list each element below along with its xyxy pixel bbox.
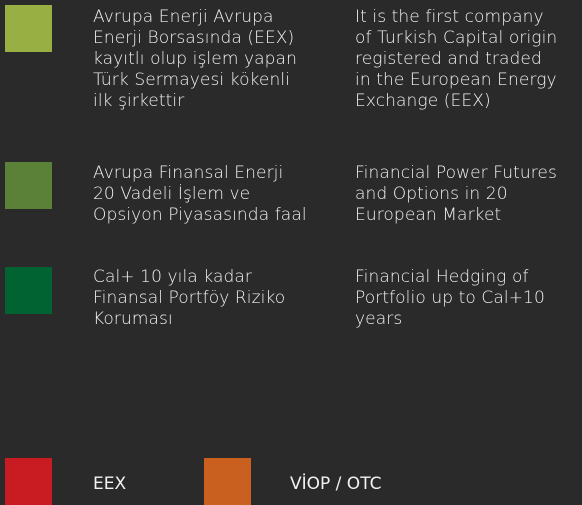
viop-legend-swatch [204, 458, 251, 505]
row3-turkish-text: Cal+ 10 yıla kadar Finansal Portföy Rizi… [93, 267, 286, 329]
row2-color-swatch [5, 162, 52, 209]
row3-color-swatch [5, 267, 52, 314]
eex-legend-label: EEX [93, 474, 127, 494]
row1-turkish-text: Avrupa Enerji Avrupa Enerji Borsasında (… [93, 7, 297, 111]
row1-color-swatch [5, 5, 52, 52]
eex-legend-swatch [5, 458, 52, 505]
row1-english-text: It is the first company of Turkish Capit… [355, 7, 558, 111]
row3-english-text: Financial Hedging of Portfolio up to Cal… [355, 267, 545, 329]
viop-otc-legend-label: VİOP / OTC [290, 474, 382, 494]
row2-english-text: Financial Power Futures and Options in 2… [355, 163, 557, 225]
row2-turkish-text: Avrupa Finansal Enerji 20 Vadeli İşlem v… [93, 163, 307, 225]
